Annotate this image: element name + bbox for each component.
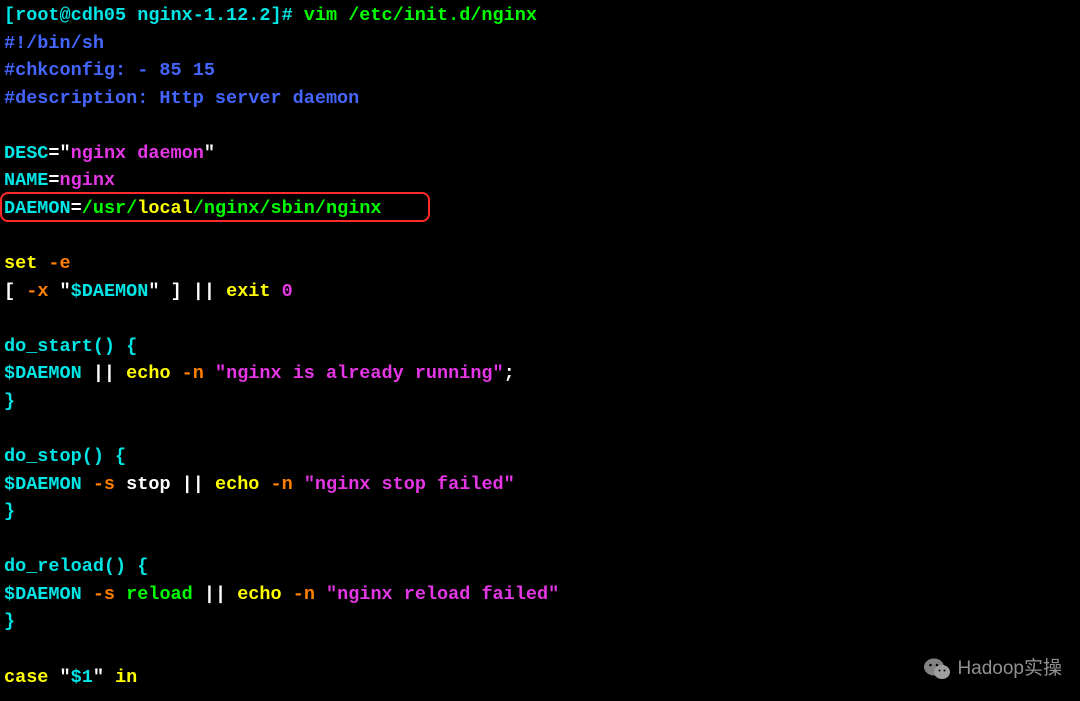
desc-varname: DESC	[4, 143, 48, 164]
wechat-icon	[923, 657, 951, 681]
name-value: nginx	[60, 170, 116, 191]
eq-sign: =	[48, 143, 59, 164]
terminal-output: [root@cdh05 nginx-1.12.2]# vim /etc/init…	[4, 2, 1076, 691]
quote: "	[60, 281, 71, 302]
daemon-var-line: DAEMON=/usr/local/nginx/sbin/nginx	[4, 195, 1076, 223]
s-flag: -s	[82, 584, 126, 605]
desc-var-line: DESC="nginx daemon"	[4, 140, 1076, 168]
test-line: [ -x "$DAEMON" ] || exit 0	[4, 278, 1076, 306]
prompt-bracket-close: ]#	[270, 5, 303, 26]
prompt-dir: nginx-1.12.2	[137, 5, 270, 26]
echo-flag: -n	[171, 363, 215, 384]
name-var-line: NAME=nginx	[4, 167, 1076, 195]
set-line: set -e	[4, 250, 1076, 278]
shebang-line: #!/bin/sh	[4, 30, 1076, 58]
quote: "	[60, 143, 71, 164]
chkconfig-comment: #chkconfig: - 85 15	[4, 57, 1076, 85]
s-flag: -s	[82, 474, 126, 495]
prompt-line: [root@cdh05 nginx-1.12.2]# vim /etc/init…	[4, 2, 1076, 30]
test-flag: -x	[26, 281, 59, 302]
watermark-text: Hadoop实操	[957, 655, 1062, 683]
daemon-path-1: /usr/	[82, 198, 138, 219]
bracket: [	[4, 281, 26, 302]
prompt-user-host: root@cdh05	[15, 5, 137, 26]
test-var: $DAEMON	[71, 281, 149, 302]
daemon-path-2: /nginx/sbin/nginx	[193, 198, 382, 219]
quote: "	[148, 281, 159, 302]
case-line: case "$1" in	[4, 664, 1076, 692]
exit-keyword: exit	[226, 281, 270, 302]
set-flag: -e	[37, 253, 70, 274]
do-reload-body: $DAEMON -s reload || echo -n "nginx relo…	[4, 581, 1076, 609]
echo-keyword: echo	[215, 474, 259, 495]
blank-line	[4, 305, 1076, 333]
echo-msg: "nginx is already running"	[215, 363, 504, 384]
stop-arg: stop	[126, 474, 170, 495]
brace-close: }	[4, 608, 1076, 636]
or-operator: ] ||	[159, 281, 226, 302]
case-keyword: case	[4, 667, 48, 688]
exit-code: 0	[271, 281, 293, 302]
do-reload-def: do_reload() {	[4, 553, 1076, 581]
eq-sign: =	[48, 170, 59, 191]
or-operator: ||	[82, 363, 126, 384]
daemon-ref: $DAEMON	[4, 474, 82, 495]
or-operator: ||	[193, 584, 237, 605]
echo-keyword: echo	[237, 584, 281, 605]
or-operator: ||	[171, 474, 215, 495]
daemon-local: local	[137, 198, 193, 219]
blank-line	[4, 112, 1076, 140]
command-text: vim /etc/init.d/nginx	[304, 5, 537, 26]
daemon-varname: DAEMON	[4, 198, 71, 219]
quote: "	[204, 143, 215, 164]
brace-close: }	[4, 498, 1076, 526]
prompt-bracket-open: [	[4, 5, 15, 26]
echo-flag: -n	[282, 584, 326, 605]
echo-msg: "nginx stop failed"	[304, 474, 515, 495]
set-keyword: set	[4, 253, 37, 274]
semicolon: ;	[504, 363, 515, 384]
echo-keyword: echo	[126, 363, 170, 384]
echo-msg: "nginx reload failed"	[326, 584, 559, 605]
quote: "	[93, 667, 115, 688]
reload-arg: reload	[126, 584, 193, 605]
eq-sign: =	[71, 198, 82, 219]
watermark: Hadoop实操	[923, 655, 1062, 683]
blank-line	[4, 415, 1076, 443]
do-start-def: do_start() {	[4, 333, 1076, 361]
do-stop-body: $DAEMON -s stop || echo -n "nginx stop f…	[4, 471, 1076, 499]
echo-flag: -n	[259, 474, 303, 495]
name-varname: NAME	[4, 170, 48, 191]
in-keyword: in	[115, 667, 137, 688]
blank-line	[4, 526, 1076, 554]
blank-line	[4, 636, 1076, 664]
blank-line	[4, 223, 1076, 251]
description-comment: #description: Http server daemon	[4, 85, 1076, 113]
do-stop-def: do_stop() {	[4, 443, 1076, 471]
daemon-ref: $DAEMON	[4, 584, 82, 605]
do-start-body: $DAEMON || echo -n "nginx is already run…	[4, 360, 1076, 388]
quote: "	[48, 667, 70, 688]
case-var: $1	[71, 667, 93, 688]
daemon-ref: $DAEMON	[4, 363, 82, 384]
desc-value: nginx daemon	[71, 143, 204, 164]
brace-close: }	[4, 388, 1076, 416]
